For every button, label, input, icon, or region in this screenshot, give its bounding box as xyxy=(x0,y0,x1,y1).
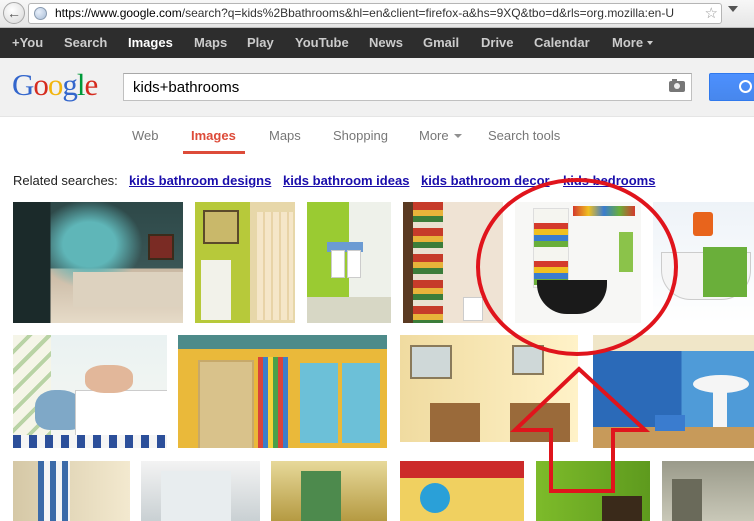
gbar-item-calendar[interactable]: Calendar xyxy=(534,35,590,50)
camera-icon[interactable] xyxy=(669,79,685,92)
url-path: /search?q=kids%2Bbathrooms&hl=en&client=… xyxy=(181,6,674,20)
image-result[interactable] xyxy=(662,461,754,521)
google-logo[interactable]: Google xyxy=(12,67,99,103)
image-result[interactable] xyxy=(141,461,260,521)
browser-toolbar: ← https://www.google.com/search?q=kids%2… xyxy=(0,0,754,28)
related-link-kids-bathroom-decor[interactable]: kids bathroom decor xyxy=(421,173,550,188)
address-bar[interactable]: https://www.google.com/search?q=kids%2Bb… xyxy=(28,3,722,24)
search-button[interactable] xyxy=(709,73,754,101)
search-query-text: kids+bathrooms xyxy=(133,79,240,96)
logo-letter: g xyxy=(62,67,77,102)
related-searches-label: Related searches: xyxy=(13,173,118,188)
image-result[interactable] xyxy=(653,202,754,323)
image-result[interactable] xyxy=(13,335,167,448)
caret-down-icon xyxy=(453,134,462,138)
gbar-item-search[interactable]: Search xyxy=(64,35,107,50)
image-result[interactable] xyxy=(403,202,503,323)
active-tab-underline xyxy=(183,151,245,154)
logo-letter: o xyxy=(33,67,48,102)
gbar-item-images[interactable]: Images xyxy=(128,35,173,50)
gbar-item-news[interactable]: News xyxy=(369,35,403,50)
image-result[interactable] xyxy=(593,335,754,448)
google-bar: +You Search Images Maps Play YouTube New… xyxy=(0,28,754,58)
related-link-kids-bathroom-designs[interactable]: kids bathroom designs xyxy=(129,173,271,188)
image-result[interactable] xyxy=(13,461,130,521)
globe-icon xyxy=(34,7,47,20)
logo-letter: G xyxy=(12,67,34,102)
image-result[interactable] xyxy=(307,202,391,323)
dropdown-arrow-icon[interactable] xyxy=(728,6,738,12)
url-host: https://www.google.com xyxy=(55,6,182,20)
logo-letter: o xyxy=(47,67,63,102)
gbar-item-plus-you[interactable]: +You xyxy=(12,35,43,50)
gbar-item-gmail[interactable]: Gmail xyxy=(423,35,459,50)
image-result[interactable] xyxy=(13,202,183,323)
image-result[interactable] xyxy=(195,202,295,323)
image-result[interactable] xyxy=(536,461,650,521)
logo-letter: e xyxy=(84,67,99,102)
image-result[interactable] xyxy=(178,335,387,448)
tab-search-tools[interactable]: Search tools xyxy=(488,128,560,143)
search-input[interactable]: kids+bathrooms xyxy=(123,73,692,101)
gbar-more-label: More xyxy=(612,35,644,50)
tab-web[interactable]: Web xyxy=(132,128,159,143)
related-link-kids-bedrooms[interactable]: kids bedrooms xyxy=(563,173,655,188)
gbar-item-maps[interactable]: Maps xyxy=(194,35,227,50)
related-link-kids-bathroom-ideas[interactable]: kids bathroom ideas xyxy=(283,173,409,188)
gbar-item-youtube[interactable]: YouTube xyxy=(295,35,349,50)
gbar-item-play[interactable]: Play xyxy=(247,35,274,50)
star-icon[interactable]: ☆ xyxy=(705,4,718,22)
image-result[interactable] xyxy=(271,461,387,521)
tab-more-label: More xyxy=(419,128,449,143)
image-result[interactable] xyxy=(400,461,524,521)
gbar-item-drive[interactable]: Drive xyxy=(481,35,514,50)
tab-images[interactable]: Images xyxy=(191,128,236,143)
image-result[interactable] xyxy=(400,335,578,442)
search-icon xyxy=(739,80,752,93)
back-arrow-icon[interactable]: ← xyxy=(3,2,25,24)
caret-down-icon xyxy=(647,41,654,45)
tab-more[interactable]: More xyxy=(419,128,462,143)
url-text: https://www.google.com/search?q=kids%2Bb… xyxy=(55,6,701,20)
tab-maps[interactable]: Maps xyxy=(269,128,301,143)
tab-shopping[interactable]: Shopping xyxy=(333,128,388,143)
gbar-item-more[interactable]: More xyxy=(612,35,654,50)
search-header: Google kids+bathrooms xyxy=(0,58,754,117)
search-tabs: Web Images Maps Shopping More Search too… xyxy=(0,117,754,154)
logo-letter: l xyxy=(76,67,86,102)
image-result[interactable] xyxy=(515,202,641,323)
